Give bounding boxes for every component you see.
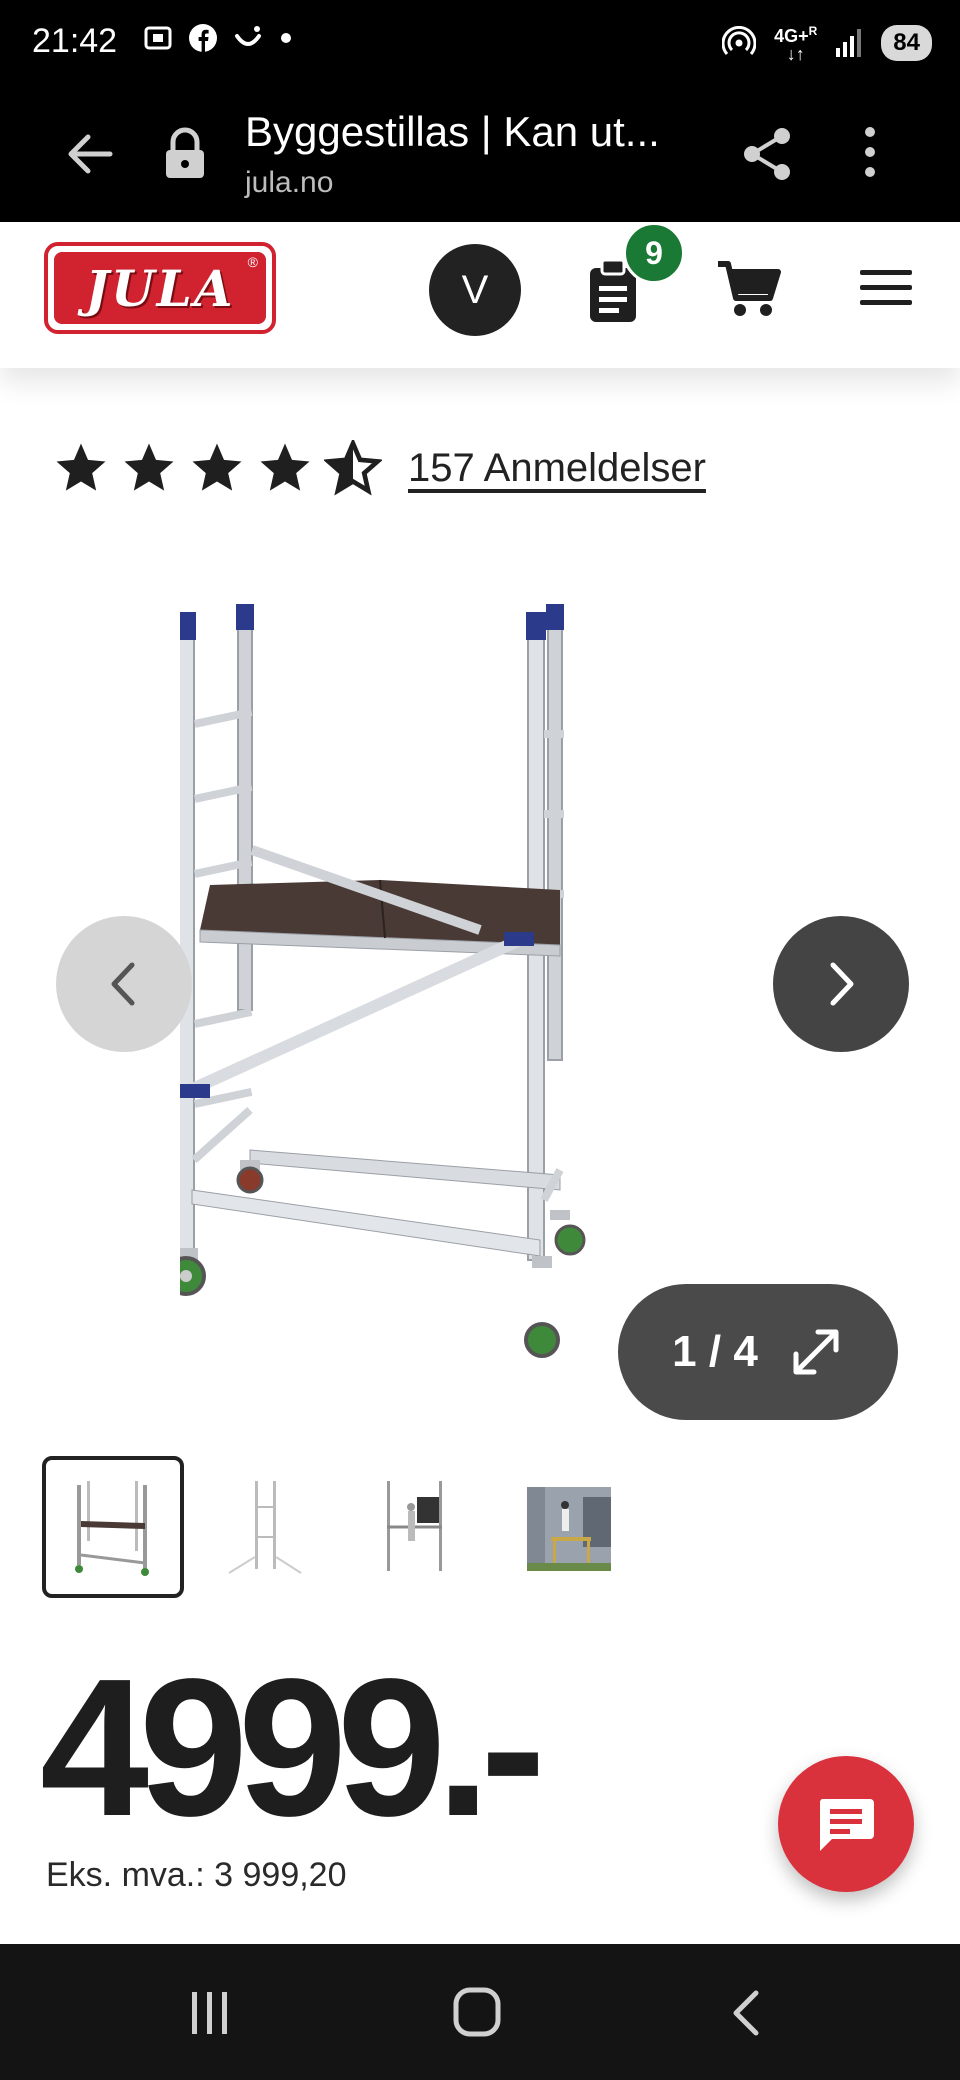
system-nav-bar: [0, 1944, 960, 2080]
scaffold-product-image[interactable]: [180, 600, 780, 1360]
thumbnail-photo-image: [527, 1487, 611, 1571]
recent-apps-icon[interactable]: [188, 1990, 232, 2036]
chevron-left-icon: [111, 962, 135, 1006]
chat-button[interactable]: [778, 1756, 914, 1892]
star-full-icon: [260, 443, 310, 491]
back-icon[interactable]: [730, 1990, 762, 2036]
thumbnail-scaffold-person-image: [387, 1481, 442, 1571]
gallery-position: 1 / 4: [672, 1327, 758, 1377]
network-type: 4G+: [774, 26, 809, 46]
page-domain[interactable]: jula.no: [245, 166, 333, 200]
gallery-total: 4: [733, 1327, 758, 1376]
gallery-counter[interactable]: 1 / 4: [618, 1284, 898, 1420]
chevron-right-icon: [830, 962, 854, 1006]
smile-icon: [235, 26, 261, 46]
thumbnail-3[interactable]: [346, 1456, 488, 1598]
cart-icon[interactable]: [716, 258, 782, 320]
signal-icon: [836, 28, 862, 57]
jula-logo[interactable]: JULA ®: [44, 242, 276, 334]
screenshot-icon: [144, 26, 172, 50]
star-full-icon: [124, 443, 174, 491]
logo-registered-mark: ®: [247, 254, 258, 270]
thumbnail-1[interactable]: [42, 1456, 184, 1598]
lock-icon[interactable]: [163, 126, 207, 182]
back-arrow-icon[interactable]: [62, 126, 118, 182]
thumbnail-4[interactable]: [498, 1456, 640, 1598]
status-bar: 21:42 4G+R ↓↑ 84: [0, 0, 960, 92]
more-options-icon[interactable]: [860, 122, 880, 182]
gallery-separator: /: [708, 1327, 722, 1376]
network-indicator: 4G+R ↓↑: [774, 22, 817, 63]
thumbnail-tall-scaffold-image: [228, 1481, 302, 1574]
status-system-icons: 4G+R ↓↑ 84: [722, 22, 932, 63]
logo-text: JULA: [85, 258, 235, 318]
menu-icon[interactable]: [858, 268, 914, 308]
gallery-current: 1: [672, 1327, 697, 1376]
share-icon[interactable]: [740, 124, 796, 184]
dot-icon: [281, 33, 291, 43]
data-arrows-icon: ↓↑: [786, 44, 805, 64]
product-price: 4999.-: [40, 1638, 546, 1857]
home-icon[interactable]: [452, 1986, 502, 2038]
browser-toolbar: Byggestillas | Kan ut... jula.no: [0, 92, 960, 222]
reviews-link[interactable]: 157 Anmeldelser: [408, 446, 706, 491]
roaming-indicator: R: [808, 24, 818, 38]
star-full-icon: [56, 443, 106, 491]
hotspot-icon: [722, 25, 757, 55]
thumbnail-strip: [42, 1456, 640, 1598]
page-title[interactable]: Byggestillas | Kan ut...: [245, 108, 660, 156]
facebook-icon: [189, 24, 217, 52]
rating-stars: [52, 440, 382, 496]
gallery-next-button[interactable]: [773, 916, 909, 1052]
list-count-badge: 9: [623, 222, 685, 284]
expand-icon[interactable]: [788, 1324, 844, 1380]
thumbnail-scaffold-image: [75, 1481, 149, 1576]
product-rating[interactable]: 157 Anmeldelser: [52, 440, 706, 496]
star-full-icon: [192, 443, 242, 491]
status-notification-icons: [142, 22, 294, 54]
thumbnail-2[interactable]: [194, 1456, 336, 1598]
logo-background: JULA: [54, 252, 266, 324]
status-time: 21:42: [32, 22, 118, 60]
star-half-icon: [324, 440, 382, 496]
product-gallery: 1 / 4: [0, 540, 960, 1420]
gallery-prev-button[interactable]: [56, 916, 192, 1052]
account-avatar[interactable]: V: [429, 244, 521, 336]
site-header: JULA ® V 9: [0, 222, 960, 368]
chat-icon: [819, 1799, 874, 1851]
battery-level: 84: [881, 24, 932, 61]
price-ex-vat: Eks. mva.: 3 999,20: [46, 1856, 347, 1894]
